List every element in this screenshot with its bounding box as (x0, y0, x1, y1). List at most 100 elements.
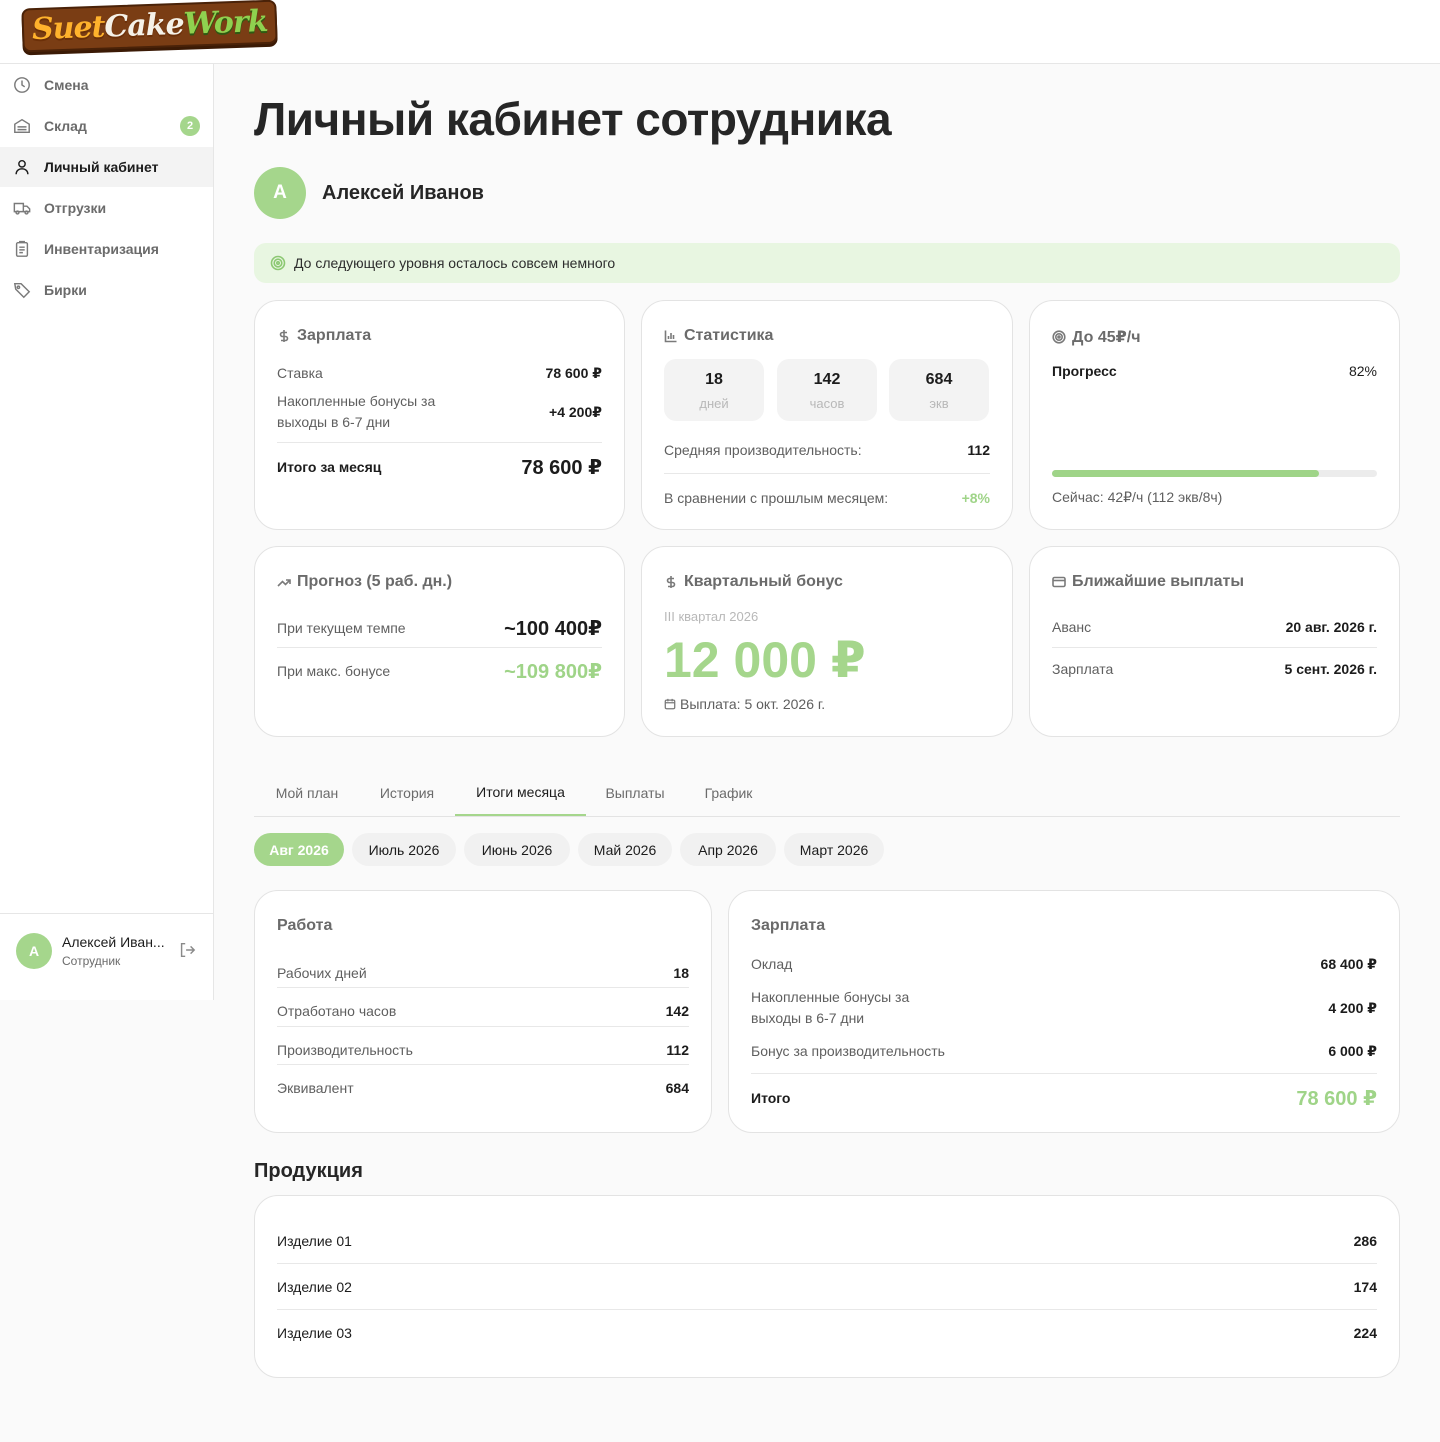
app-logo[interactable]: SuetCakeWork (21, 0, 279, 53)
logout-button[interactable] (178, 941, 198, 961)
tag-icon (12, 280, 32, 300)
user-name: Алексей Иванов (322, 182, 484, 204)
salary-summary-card: Зарплата Оклад 68 400 ₽ Накопленные бону… (728, 890, 1400, 1133)
tab-month-summary[interactable]: Итоги месяца (455, 770, 586, 816)
sidebar-item-inventory[interactable]: Инвентаризация (0, 229, 213, 269)
tab-history[interactable]: История (360, 770, 454, 816)
product-row: Изделие 03 224 (277, 1323, 1377, 1343)
month-pill-jun[interactable]: Июнь 2026 (464, 833, 570, 866)
banner-text: До следующего уровня осталось совсем нем… (294, 255, 616, 271)
tab-schedule[interactable]: График (684, 770, 773, 816)
work-summary-card: Работа Рабочих дней 18 Отработано часов … (254, 890, 712, 1133)
salary-total-value: 78 600 ₽ (1296, 1087, 1377, 1110)
card-title: Зарплата (277, 327, 371, 345)
sidebar-item-tags[interactable]: Бирки (0, 270, 213, 310)
logo-text-cake: Cake (103, 6, 185, 45)
quarter-amount: 12 000 ₽ (664, 632, 866, 688)
compare-label: В сравнении с прошлым месяцем: (664, 490, 889, 506)
sidebar-item-profile[interactable]: Личный кабинет (0, 147, 213, 187)
sidebar-item-warehouse[interactable]: Склад 2 (0, 106, 213, 146)
stat-unit: экв (929, 396, 949, 411)
weekend-bonus-label-line2: выходы в 6-7 дни (751, 1010, 865, 1026)
card-title-text: Статистика (684, 327, 774, 344)
progress-value: 82% (1348, 363, 1377, 379)
stat-value: 142 (813, 371, 841, 388)
payout-row: Зарплата 5 сент. 2026 г. (1052, 659, 1377, 679)
bonus-row: Накопленные бонусы за выходы в 6-7 дни +4… (277, 391, 602, 433)
truck-icon (12, 198, 32, 218)
product-name: Изделие 01 (277, 1233, 352, 1249)
base-salary-row: Оклад 68 400 ₽ (751, 954, 1377, 974)
clock-icon (12, 75, 32, 95)
month-pill-may[interactable]: Май 2026 (578, 833, 672, 866)
top-bar: SuetCakeWork (0, 0, 1440, 64)
work-row: Эквивалент 684 (277, 1078, 689, 1098)
logo-text-work: Work (182, 3, 269, 42)
avatar: А (254, 167, 306, 219)
card-title: Прогноз (5 раб. дн.) (277, 573, 452, 591)
upcoming-payouts-card: Ближайшие выплаты Аванс 20 авг. 2026 г. … (1029, 546, 1400, 737)
credit-card-icon (1052, 576, 1066, 588)
avg-row: Средняя производительность: 112 (664, 440, 990, 460)
trending-up-icon (277, 579, 291, 587)
forecast-max-row: При макс. бонусе ~109 800₽ (277, 658, 602, 684)
calendar-icon (664, 698, 676, 710)
progress-bar-fill (1052, 470, 1319, 477)
month-pill-apr[interactable]: Апр 2026 (680, 833, 776, 866)
month-pill-mar[interactable]: Март 2026 (784, 833, 884, 866)
card-title-text: Квартальный бонус (684, 573, 843, 590)
card-title: Статистика (664, 327, 773, 345)
sidebar-user-footer: А Алексей Иван... Сотрудник (0, 913, 213, 1000)
payout-date: 5 сент. 2026 г. (1284, 661, 1377, 677)
stat-unit: часов (809, 396, 845, 411)
avatar[interactable]: А (16, 933, 52, 969)
bonus-label: Накопленные бонусы за выходы в 6-7 дни (277, 391, 435, 433)
progress-row: Прогресс 82% (1052, 361, 1377, 381)
forecast-card: Прогноз (5 раб. дн.) При текущем темпе ~… (254, 546, 625, 737)
target-icon (1052, 330, 1066, 344)
product-name: Изделие 03 (277, 1325, 352, 1341)
user-icon (12, 157, 32, 177)
compare-row: В сравнении с прошлым месяцем: +8% (664, 488, 990, 508)
logo-text-suet: Suet (31, 9, 106, 48)
stat-equivalent: 684 экв (889, 359, 989, 421)
forecast-current-label: При текущем темпе (277, 620, 406, 636)
card-title: До 45₽/ч (1052, 327, 1140, 347)
sidebar-item-shift[interactable]: Смена (0, 65, 213, 105)
avg-label: Средняя производительность: (664, 442, 862, 458)
sidebar-item-label: Отгрузки (44, 200, 107, 216)
bar-chart-icon (664, 330, 677, 343)
sidebar-user-role: Сотрудник (62, 954, 121, 968)
sidebar-item-label: Личный кабинет (44, 159, 159, 175)
tab-my-plan[interactable]: Мой план (254, 770, 360, 816)
card-title: Ближайшие выплаты (1052, 573, 1244, 591)
stats-card: Статистика 18 дней 142 часов 684 экв Сре… (641, 300, 1013, 530)
divider (277, 1309, 1377, 1310)
card-title-text: До 45₽/ч (1072, 329, 1141, 346)
tab-bar: Мой план История Итоги месяца Выплаты Гр… (254, 770, 1400, 817)
sidebar-item-shipments[interactable]: Отгрузки (0, 188, 213, 228)
work-label: Отработано часов (277, 1003, 397, 1019)
divider (277, 442, 602, 443)
sidebar-user-name: Алексей Иван... (62, 934, 165, 950)
sidebar-item-label: Инвентаризация (44, 241, 159, 257)
perf-bonus-row: Бонус за производительность 6 000 ₽ (751, 1041, 1377, 1061)
month-pill-jul[interactable]: Июль 2026 (352, 833, 456, 866)
progress-bar (1052, 470, 1377, 477)
tab-payouts[interactable]: Выплаты (586, 770, 684, 816)
divider (751, 1073, 1377, 1074)
sidebar-item-label: Склад (44, 118, 87, 134)
stat-unit: дней (699, 396, 729, 411)
payout-row: Аванс 20 авг. 2026 г. (1052, 617, 1377, 637)
bonus-value: +4 200₽ (549, 403, 602, 420)
warehouse-icon (12, 116, 32, 136)
divider (1052, 647, 1377, 648)
rate-label: Ставка (277, 365, 323, 381)
payout-label: Аванс (1052, 619, 1092, 635)
rate-value: 78 600 ₽ (545, 364, 602, 381)
month-pill-aug[interactable]: Авг 2026 (254, 833, 344, 866)
perf-bonus-value: 6 000 ₽ (1328, 1042, 1377, 1059)
perf-bonus-label: Бонус за производительность (751, 1043, 945, 1059)
level-banner: До следующего уровня осталось совсем нем… (254, 243, 1400, 283)
card-title-text: Зарплата (297, 327, 372, 344)
